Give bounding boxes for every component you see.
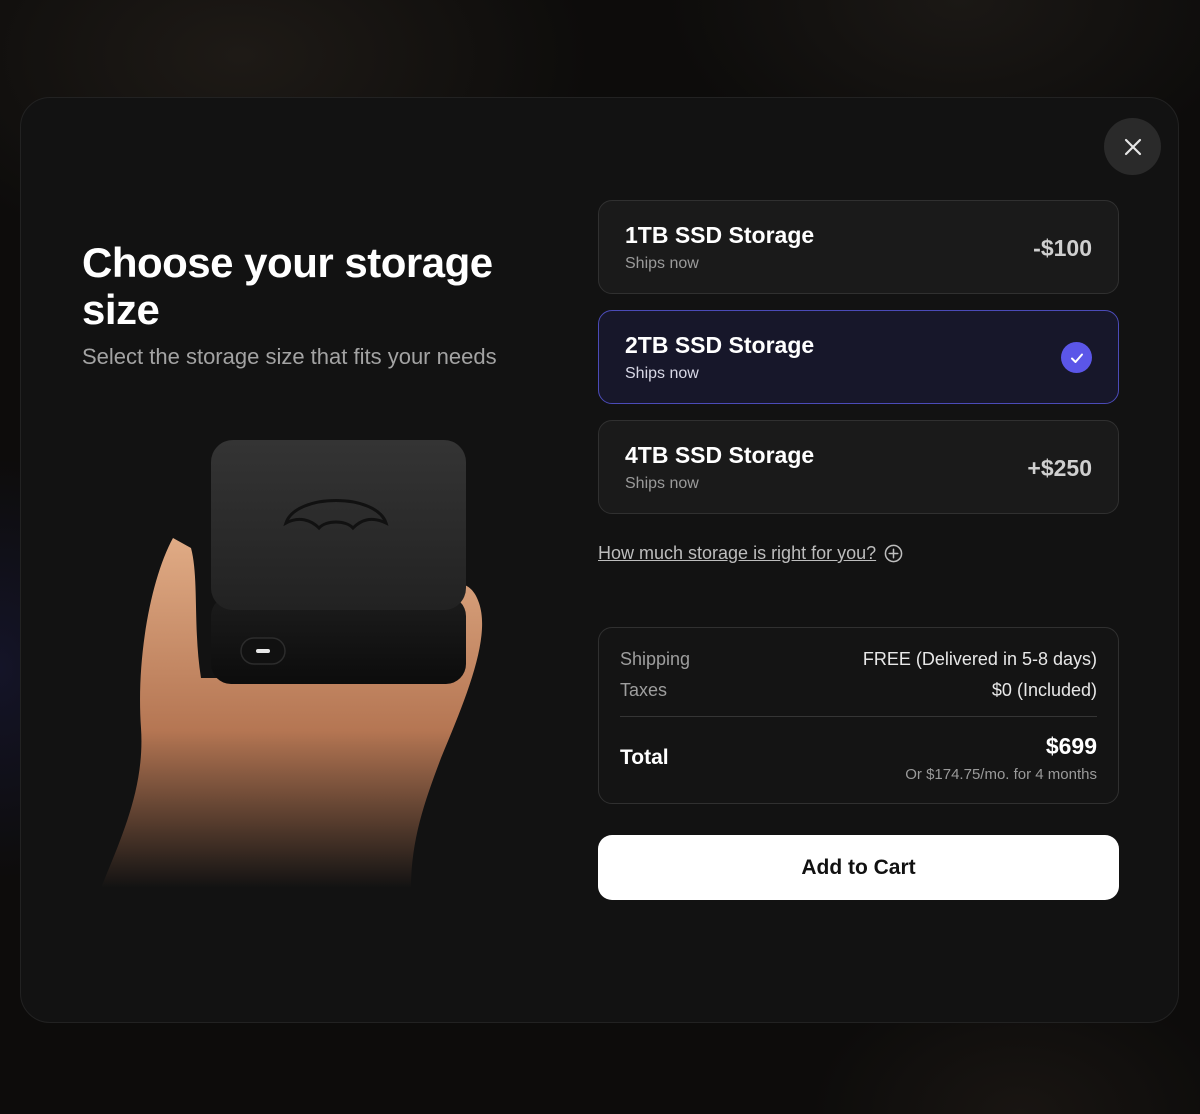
option-title: 4TB SSD Storage bbox=[625, 442, 815, 468]
close-button[interactable] bbox=[1104, 118, 1161, 175]
storage-options: 1TB SSD Storage Ships now -$100 2TB SSD … bbox=[598, 200, 1119, 530]
option-2tb[interactable]: 2TB SSD Storage Ships now bbox=[598, 310, 1119, 404]
option-title: 1TB SSD Storage bbox=[625, 222, 815, 248]
option-price: +$250 bbox=[1027, 455, 1092, 481]
option-1tb[interactable]: 1TB SSD Storage Ships now -$100 bbox=[598, 200, 1119, 294]
option-subtitle: Ships now bbox=[625, 475, 699, 492]
plus-circle-icon bbox=[884, 544, 903, 563]
add-to-cart-button[interactable]: Add to Cart bbox=[598, 835, 1119, 900]
option-subtitle: Ships now bbox=[625, 255, 699, 272]
shipping-value: FREE (Delivered in 5-8 days) bbox=[862, 649, 1097, 669]
option-title: 2TB SSD Storage bbox=[625, 332, 815, 358]
page-subtitle: Select the storage size that fits your n… bbox=[82, 344, 497, 369]
help-link-label: How much storage is right for you? bbox=[598, 543, 877, 563]
product-image bbox=[81, 428, 501, 898]
option-subtitle: Ships now bbox=[625, 365, 699, 382]
option-price: -$100 bbox=[1033, 235, 1092, 261]
taxes-label: Taxes bbox=[620, 680, 668, 700]
storage-modal: Choose your storage size Select the stor… bbox=[20, 97, 1179, 1023]
page-title: Choose your storage size bbox=[82, 239, 493, 333]
check-icon bbox=[1061, 342, 1092, 373]
close-icon bbox=[1124, 138, 1141, 155]
shipping-label: Shipping bbox=[620, 649, 691, 669]
summary-divider bbox=[620, 716, 1097, 717]
order-summary: Shipping FREE (Delivered in 5-8 days) Ta… bbox=[598, 627, 1119, 804]
taxes-value: $0 (Included) bbox=[991, 680, 1097, 700]
installment-text: Or $174.75/mo. for 4 months bbox=[905, 766, 1097, 783]
taxes-row: Taxes $0 (Included) bbox=[620, 680, 1097, 701]
option-4tb[interactable]: 4TB SSD Storage Ships now +$250 bbox=[598, 420, 1119, 514]
shipping-row: Shipping FREE (Delivered in 5-8 days) bbox=[620, 649, 1097, 670]
total-label: Total bbox=[620, 746, 669, 769]
storage-help-link[interactable]: How much storage is right for you? bbox=[598, 543, 903, 564]
total-amount: $699 bbox=[1045, 733, 1097, 759]
